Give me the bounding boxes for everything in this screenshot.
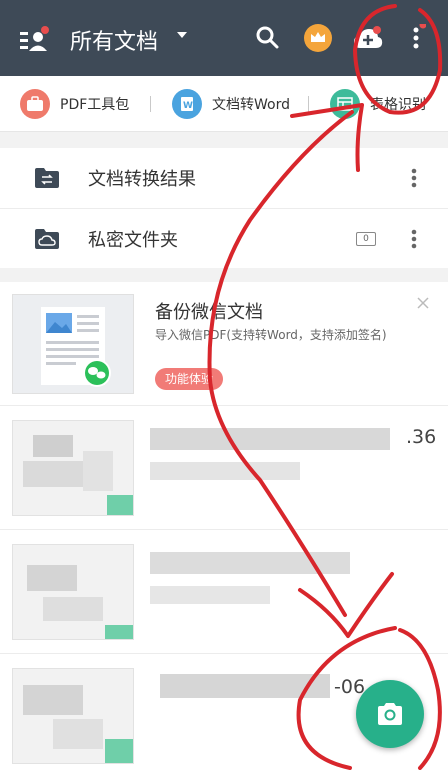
table-icon xyxy=(330,89,360,119)
crown-icon[interactable] xyxy=(303,23,333,53)
convert-folder-icon xyxy=(35,168,59,188)
folder-list: 文档转换结果 私密文件夹 0 xyxy=(0,148,448,268)
more-icon[interactable] xyxy=(406,227,422,251)
more-icon[interactable] xyxy=(406,24,426,52)
count-badge: 0 xyxy=(356,231,376,246)
svg-text:W: W xyxy=(183,101,193,111)
search-icon[interactable] xyxy=(254,24,282,52)
folder-label: 私密文件夹 xyxy=(88,229,178,251)
document-thumbnail xyxy=(12,668,134,764)
folder-item-converted[interactable]: 文档转换结果 xyxy=(0,148,448,208)
pdf-toolkit-label: PDF工具包 xyxy=(60,97,130,113)
document-thumbnail xyxy=(12,420,134,516)
tools-bar: PDF工具包 W 文档转Word 表格识别 xyxy=(0,76,448,132)
page-title[interactable]: 所有文档 xyxy=(70,24,158,56)
menu-icon[interactable] xyxy=(18,24,52,54)
divider xyxy=(308,96,309,112)
list-item[interactable]: .36 xyxy=(0,406,448,530)
try-feature-button[interactable]: 功能体验 xyxy=(155,368,224,390)
table-recognition-button[interactable]: 表格识别 xyxy=(330,88,426,120)
list-item[interactable] xyxy=(0,530,448,654)
camera-icon xyxy=(378,703,402,725)
doc-to-word-button[interactable]: W 文档转Word xyxy=(172,88,290,120)
close-icon[interactable] xyxy=(416,296,430,310)
pdf-toolkit-button[interactable]: PDF工具包 xyxy=(20,88,129,120)
cloud-folder-icon xyxy=(35,228,59,249)
document-timestamp: .36 xyxy=(406,426,437,448)
promo-description: 导入微信PDF(支持转Word，支持添加签名) xyxy=(155,328,387,342)
promo-title: 备份微信文档 xyxy=(155,302,263,323)
word-icon: W xyxy=(172,89,202,119)
document-preview-image xyxy=(12,294,134,394)
document-thumbnail xyxy=(12,544,134,640)
cloud-upload-icon[interactable] xyxy=(352,24,384,52)
camera-button[interactable] xyxy=(356,680,424,748)
folder-item-private[interactable]: 私密文件夹 0 xyxy=(0,208,448,268)
more-icon[interactable] xyxy=(406,166,422,190)
chevron-down-icon[interactable] xyxy=(176,30,188,40)
folder-label: 文档转换结果 xyxy=(88,169,196,190)
wechat-backup-card[interactable]: 备份微信文档 导入微信PDF(支持转Word，支持添加签名) 功能体验 xyxy=(0,282,448,406)
top-bar: 所有文档 xyxy=(0,0,448,76)
table-recognition-label: 表格识别 xyxy=(370,97,426,113)
toolbox-icon xyxy=(20,89,50,119)
divider xyxy=(150,96,151,112)
doc-to-word-label: 文档转Word xyxy=(212,97,290,113)
